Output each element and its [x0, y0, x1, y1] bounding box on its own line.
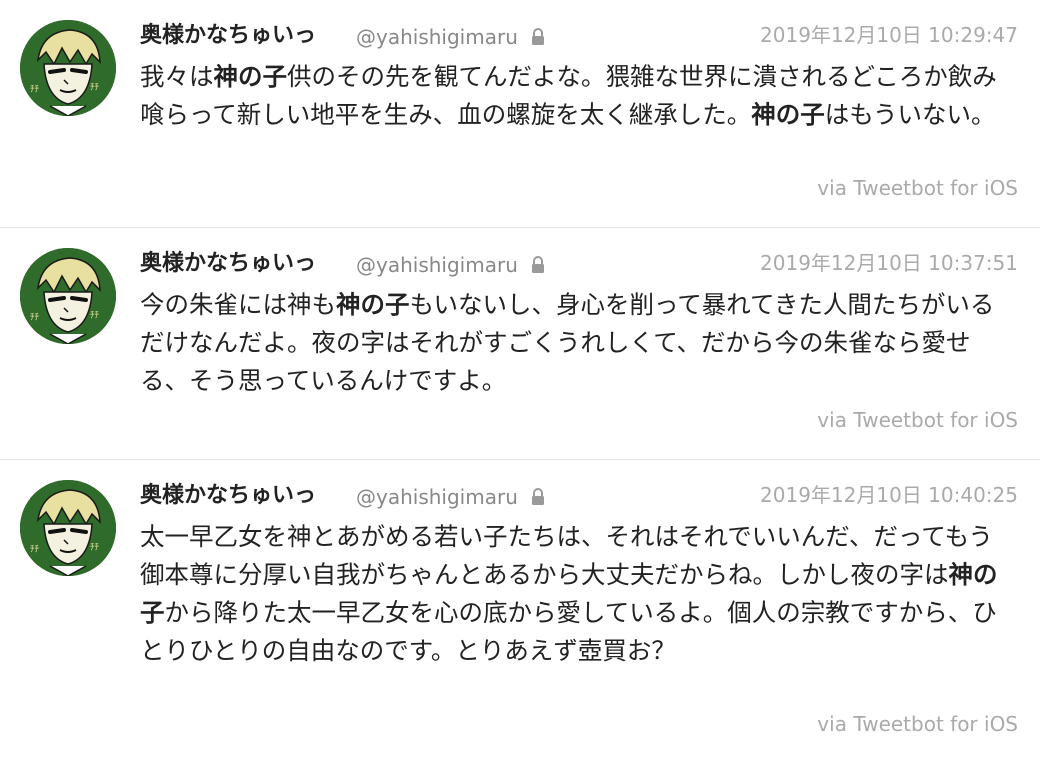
tweet-text-bold-segment: 神の子	[336, 290, 410, 319]
tweet-text-segment: 今の朱雀には神も	[140, 290, 336, 319]
tweet-item[interactable]: ﾁﾁ ﾁﾁ 奥様かなちゅいっ @yahishigimaru 2019年12月10…	[0, 0, 1040, 228]
lock-icon	[532, 28, 544, 45]
avatar[interactable]: ﾁﾁ ﾁﾁ	[20, 20, 116, 116]
avatar-illustration-icon: ﾁﾁ ﾁﾁ	[20, 20, 116, 116]
svg-text:ﾁﾁ: ﾁﾁ	[30, 312, 40, 323]
author-handle[interactable]: @yahishigimaru	[356, 246, 518, 284]
tweet-text-segment: 我々は	[140, 62, 214, 91]
tweet-text-bold-segment: 神の子	[751, 100, 825, 129]
svg-text:ﾁﾁ: ﾁﾁ	[30, 544, 40, 555]
via-client[interactable]: via Tweetbot for iOS	[817, 176, 1018, 200]
via-client[interactable]: via Tweetbot for iOS	[817, 712, 1018, 736]
svg-text:ﾁﾁ: ﾁﾁ	[90, 542, 100, 553]
tweet-item[interactable]: ﾁﾁ ﾁﾁ 奥様かなちゅいっ @yahishigimaru 2019年12月10…	[0, 228, 1040, 460]
svg-text:ﾁﾁ: ﾁﾁ	[90, 310, 100, 321]
tweet-text: 今の朱雀には神も神の子もいないし、身心を削って暴れてきた人間たちがいるだけなんだ…	[140, 286, 1010, 400]
tweet-header: 奥様かなちゅいっ @yahishigimaru 2019年12月10日 10:2…	[140, 18, 1018, 54]
tweet-text: 我々は神の子供のその先を観てんだよな。猥雑な世界に潰されるどころか飲み喰らって新…	[140, 58, 1010, 134]
avatar-illustration-icon: ﾁﾁ ﾁﾁ	[20, 248, 116, 344]
author-handle[interactable]: @yahishigimaru	[356, 478, 518, 516]
tweet-text-bold-segment: 神の子	[213, 62, 288, 91]
tweet-text-segment: はもういない。	[824, 100, 996, 129]
avatar[interactable]: ﾁﾁ ﾁﾁ	[20, 480, 116, 576]
avatar[interactable]: ﾁﾁ ﾁﾁ	[20, 248, 116, 344]
tweet-text-segment: 太一早乙女を神とあがめる若い子たちは、それはそれでいいんだ、だってもう御本尊に分…	[140, 522, 993, 589]
lock-icon	[532, 488, 544, 505]
svg-text:ﾁﾁ: ﾁﾁ	[30, 84, 40, 95]
svg-text:ﾁﾁ: ﾁﾁ	[90, 82, 100, 93]
tweet-header: 奥様かなちゅいっ @yahishigimaru 2019年12月10日 10:4…	[140, 478, 1018, 514]
lock-icon	[532, 256, 544, 273]
author-name[interactable]: 奥様かなちゅいっ	[140, 478, 316, 514]
author-name[interactable]: 奥様かなちゅいっ	[140, 18, 316, 54]
tweet-timeline: ﾁﾁ ﾁﾁ 奥様かなちゅいっ @yahishigimaru 2019年12月10…	[0, 0, 1040, 764]
author-handle[interactable]: @yahishigimaru	[356, 18, 518, 56]
tweet-timestamp[interactable]: 2019年12月10日 10:37:51	[760, 246, 1018, 280]
tweet-timestamp[interactable]: 2019年12月10日 10:29:47	[760, 18, 1018, 52]
avatar-illustration-icon: ﾁﾁ ﾁﾁ	[20, 480, 116, 576]
author-name[interactable]: 奥様かなちゅいっ	[140, 246, 316, 282]
tweet-timestamp[interactable]: 2019年12月10日 10:40:25	[760, 478, 1018, 512]
via-client[interactable]: via Tweetbot for iOS	[817, 408, 1018, 432]
tweet-text: 太一早乙女を神とあがめる若い子たちは、それはそれでいいんだ、だってもう御本尊に分…	[140, 518, 1010, 670]
tweet-header: 奥様かなちゅいっ @yahishigimaru 2019年12月10日 10:3…	[140, 246, 1018, 282]
tweet-item[interactable]: ﾁﾁ ﾁﾁ 奥様かなちゅいっ @yahishigimaru 2019年12月10…	[0, 460, 1040, 764]
tweet-text-segment: から降りた太一早乙女を心の底から愛しているよ。個人の宗教ですから、ひとりひとりの…	[140, 598, 997, 665]
